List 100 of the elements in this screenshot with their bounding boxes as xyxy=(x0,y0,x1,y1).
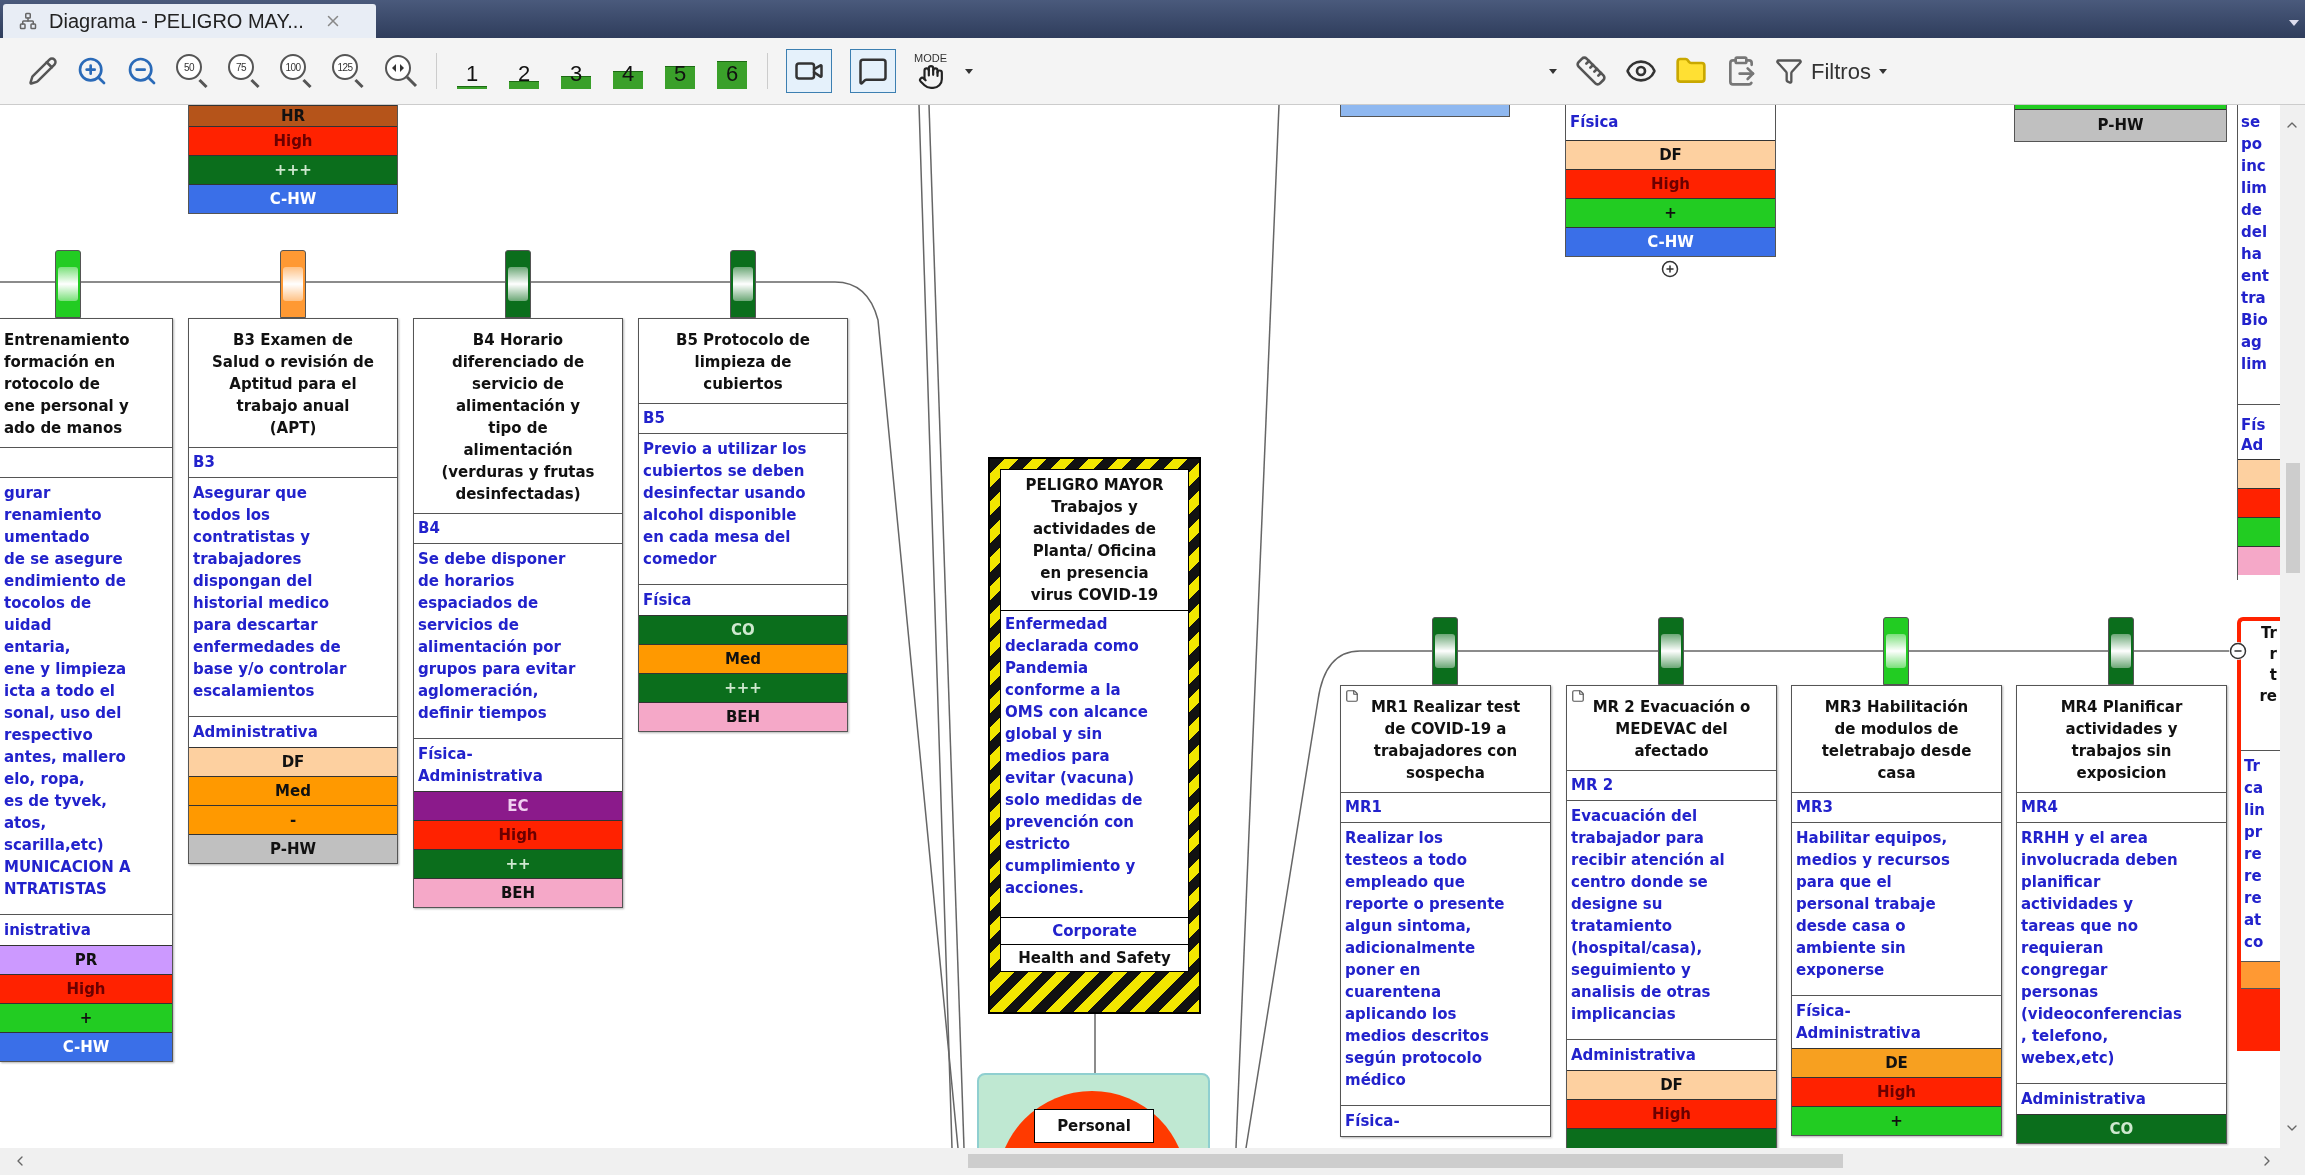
zoom-in-icon[interactable] xyxy=(76,55,108,87)
barrier-description: Habilitar equipos, medios y recursos para que el personal trabaje desde casa o ambiente sin exponerse xyxy=(1796,829,1950,979)
rating-bar: DF xyxy=(1566,140,1775,169)
barrier-title: B3 Examen de Salud o revisión de Aptitud para el trabajo anual (APT) xyxy=(211,330,375,439)
rating-bar: + xyxy=(1792,1106,2001,1135)
barrier-code: B3 xyxy=(193,452,215,474)
rating-bar: High xyxy=(1792,1077,2001,1106)
rating-bar: +++ xyxy=(189,155,397,184)
vertical-scrollbar[interactable] xyxy=(2280,105,2305,1148)
barrier-node[interactable] xyxy=(188,318,398,864)
hazard-node[interactable] xyxy=(988,457,1201,1014)
barrier-title: MR4 Planificar actividades y trabajos sin exposicion xyxy=(2059,697,2184,784)
filter-icon xyxy=(1775,57,1803,85)
rating-bar: +++ xyxy=(639,673,847,702)
rating-bar: ++ xyxy=(414,849,622,878)
barrier-node[interactable]: B5 Protocolo de limpieza de cubiertos B5 Previo a utilizar los cubiertos se deben desinfectar usando alcohol disponible en cada mesa del comedor Física CO Med +++ BEH xyxy=(638,318,848,732)
barrier-code: MR1 xyxy=(1345,797,1382,819)
level-button[interactable]: 2 xyxy=(507,53,541,89)
barrier-description: RRHH y el area involucrada deben planificar actividades y tareas que no requieran congregar personas (videoconferencias , telefono, webex,etc) xyxy=(2021,829,2182,1067)
barrier-category: Administrativa xyxy=(2021,1090,2146,1108)
zoom-fit-icon[interactable] xyxy=(384,54,418,88)
hazard-description: Enfermedad declarada como Pandemia conforme a la OMS con alcance global y sin medios para evitar (vacuna) solo medidas de prevención con estricto cumplimiento y acciones. xyxy=(1005,615,1148,897)
rating-bar: C-HW xyxy=(189,184,397,213)
barrier-node[interactable] xyxy=(413,318,623,908)
dropdown-icon[interactable] xyxy=(2289,20,2299,26)
rating-bar: High xyxy=(0,974,172,1003)
scroll-thumb[interactable] xyxy=(2286,463,2300,573)
rating-bar: BEH xyxy=(639,702,847,731)
edit-icon[interactable] xyxy=(28,56,58,86)
caret-icon[interactable] xyxy=(1549,68,1557,74)
collapse-icon[interactable] xyxy=(2229,642,2247,660)
level-button[interactable]: 1 xyxy=(455,53,489,89)
barrier-category: Fís Ad xyxy=(2241,416,2266,454)
barrier-title: B5 Protocolo de limpieza de cubiertos xyxy=(674,330,811,395)
expand-icon[interactable] xyxy=(1661,260,1679,278)
comment-toggle[interactable] xyxy=(850,49,896,93)
barrier-node[interactable]: MR3 Habilitación de modulos de teletrabajo desde casa MR3 Habilitar equipos, medios y recursos para que el personal trabaje desde casa o ambiente sin exponerse Física- Administrativa DE High + xyxy=(1791,685,2002,1136)
barrier-description: Se debe disponer de horarios espaciados de servicios de alimentación por grupos para evitar aglomeración, definir tiempos xyxy=(418,550,576,722)
barrier-code: B4 xyxy=(418,518,440,540)
caret-icon[interactable] xyxy=(1878,68,1887,74)
barrier-node[interactable]: se po inc lim de del ha ent tra Bio ag lim Fís Ad xyxy=(2237,105,2280,580)
rating-bar: PR xyxy=(0,945,172,974)
barrier-node[interactable] xyxy=(1340,685,1551,1137)
rating-bar: BEH xyxy=(414,878,622,907)
barrier-description: Asegurar que todos los contratistas y trabajadores dispongan del historial medico para descartar enfermedades de base y/o controlar escalamientos xyxy=(193,484,347,700)
barrier-title: B4 Horario diferenciado de servicio de alimentación y tipo de alimentación (verduras y frutas desinfectadas) xyxy=(440,330,596,505)
diagram-icon xyxy=(19,12,37,30)
barrier-category: Física- xyxy=(1345,1112,1400,1130)
zoom-out-icon[interactable] xyxy=(126,55,158,87)
rating-bar: High xyxy=(414,820,622,849)
barrier-node[interactable]: Tr r t re Tr ca lin pr re re re at co xyxy=(2237,617,2280,1051)
hazard-owner: Corporate xyxy=(1052,922,1137,940)
rating-bar: High xyxy=(1566,169,1775,198)
barrier-category: Física xyxy=(1570,112,1619,134)
hazard-title: PELIGRO MAYOR Trabajos y actividades de Planta/ Oficina en presencia virus COVID-19 xyxy=(1025,476,1164,604)
barrier-node[interactable]: Física DF High + C-HW xyxy=(1565,105,1776,257)
barrier-description: Evacuación del trabajador para recibir atención al centro donde se designe su tratamiento (hospital/casa), seguimiento y analisis de otras implicancias xyxy=(1571,807,1725,1023)
comment-icon xyxy=(858,56,888,86)
horizontal-scrollbar[interactable] xyxy=(0,1148,2305,1175)
barrier-title: MR3 Habilitación de modulos de teletrabajo desde casa xyxy=(1820,697,1973,784)
ruler-icon[interactable] xyxy=(1575,55,1607,87)
barrier-description: gurar renamiento umentado de se asegure endimiento de tocolos de uidad entaria, ene y limpieza icta a todo el sonal, uso del respectivo antes, mallero elo, ropa, es de tyvek, atos, scarilla,etc) MUNICACION A NTRATISTAS xyxy=(4,484,131,898)
mode-button[interactable]: MODE xyxy=(914,52,947,90)
rating-bar: DF xyxy=(1567,1070,1776,1099)
barrier-category: Física- Administrativa xyxy=(418,745,543,785)
barrier-description: Previo a utilizar los cubiertos se deben desinfectar usando alcohol disponible en cada mesa del comedor xyxy=(643,440,807,568)
rating-bar: Med xyxy=(189,776,397,805)
barrier-description: se po inc lim de del ha ent tra Bio ag lim xyxy=(2241,113,2270,373)
rating-bar: P-HW xyxy=(189,834,397,863)
rating-bar: C-HW xyxy=(1566,227,1775,256)
barrier-node[interactable] xyxy=(1566,685,1777,1148)
camera-toggle[interactable] xyxy=(786,49,832,93)
note-icon[interactable] xyxy=(1345,689,1359,703)
barrier-description: Tr ca lin pr re re re at co xyxy=(2244,757,2265,951)
barrier-code: MR 2 xyxy=(1571,775,1614,797)
rating-bar: DE xyxy=(1792,1048,2001,1077)
filter-button[interactable]: Filtros xyxy=(1775,54,1887,88)
note-icon[interactable] xyxy=(1571,689,1585,703)
barrier-title: MR 2 Evacuación o MEDEVAC del afectado xyxy=(1591,697,1752,762)
rating-bar: High xyxy=(189,126,397,155)
rating-bar: + xyxy=(0,1003,172,1032)
hand-icon xyxy=(917,63,944,90)
tab-title: Diagrama - PELIGRO MAY... xyxy=(49,9,304,34)
barrier-node[interactable] xyxy=(0,318,173,1062)
barrier-category: Administrativa xyxy=(193,723,318,741)
top-event-label: Personal xyxy=(1034,1109,1154,1143)
rating-bar: DF xyxy=(189,747,397,776)
barrier-category: Física- Administrativa xyxy=(1796,1002,1921,1042)
rating-bar: CO xyxy=(2017,1114,2226,1143)
hazard-category: Health and Safety xyxy=(1018,949,1171,967)
barrier-node[interactable] xyxy=(2016,685,2227,1144)
rating-bar: + xyxy=(1566,198,1775,227)
document-tab[interactable]: Diagrama - PELIGRO MAY... xyxy=(3,4,376,38)
caret-icon[interactable] xyxy=(965,68,973,74)
barrier-category: Administrativa xyxy=(1571,1046,1696,1064)
scroll-thumb[interactable] xyxy=(968,1154,1843,1168)
top-event-node[interactable]: Personal xyxy=(977,1073,1210,1148)
barrier-code: B5 xyxy=(643,408,665,430)
barrier-description: Realizar los testeos a todo empleado que reporte o presente algun sintoma, adicionalmente poner en cuarentena aplicando los medios descritos según protocolo médico xyxy=(1345,829,1505,1089)
barrier-title: Tr r t re xyxy=(2258,623,2277,707)
